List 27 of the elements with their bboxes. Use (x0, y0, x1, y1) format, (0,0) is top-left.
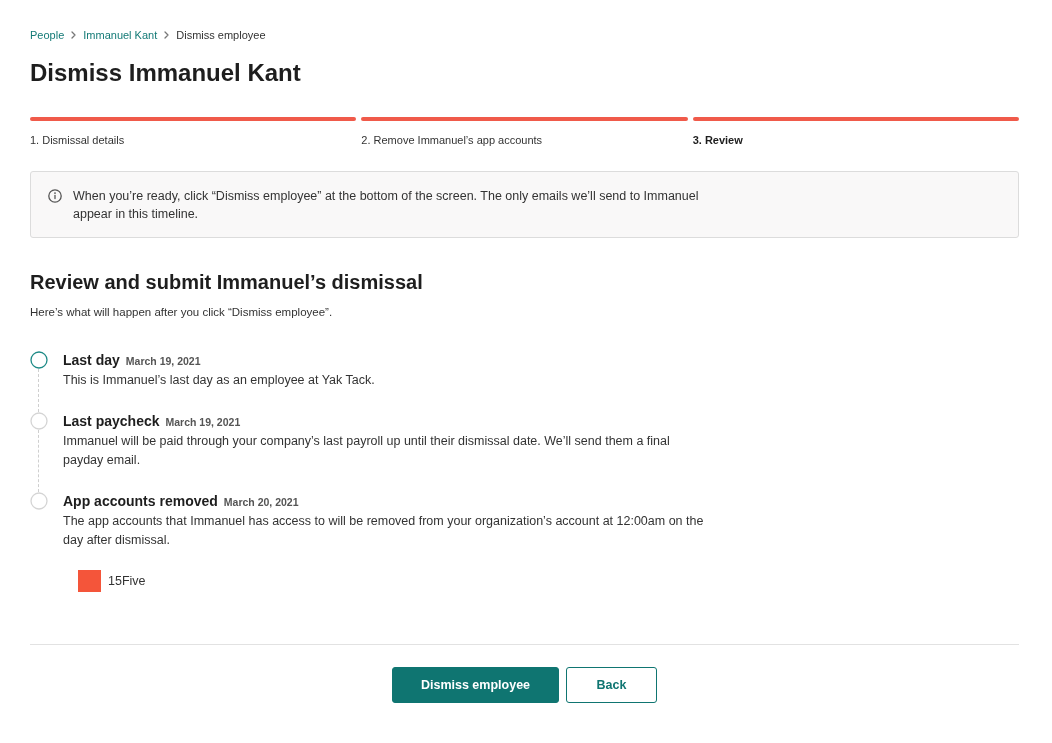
event-date: March 19, 2021 (165, 415, 241, 429)
chevron-right-icon (71, 31, 77, 39)
timeline-line (38, 369, 39, 412)
step-label: 1. Dismissal details (30, 133, 126, 148)
event-description: This is Immanuel’s last day as an employee at Yak Tack. (63, 372, 376, 389)
step-label: 2. Remove Immanuel’s app accounts (361, 133, 544, 148)
timeline-line (38, 430, 39, 492)
event-description: Immanuel will be paid through your company’s last payroll up until their dismissal date. We’ll send them a final payday email. (63, 433, 671, 469)
event-date: March 19, 2021 (125, 354, 201, 368)
step-label: 3. Review (692, 133, 744, 148)
notice-text: When you’re ready, click “Dismiss employee” at the bottom of the screen. The only emails we’ll send to Immanuel appear in this timeline. (73, 188, 700, 223)
breadcrumb-current: Dismiss employee (176, 28, 266, 43)
breadcrumb-link[interactable]: Immanuel Kant (83, 27, 158, 43)
intro-text: Here’s what will happen after you click “Dismiss employee”. (30, 305, 334, 320)
event-title: Last paycheck (63, 412, 160, 430)
dismiss-button[interactable]: Dismiss employee (392, 667, 559, 703)
back-button[interactable]: Back (566, 667, 657, 703)
info-icon (48, 189, 62, 203)
page-title: Dismiss Immanuel Kant (30, 58, 302, 88)
chevron-right-icon (164, 31, 170, 39)
breadcrumb-link[interactable]: People (30, 27, 65, 43)
app-name: 15Five (108, 573, 146, 590)
section-heading: Review and submit Immanuel’s dismissal (30, 270, 424, 295)
event-description: The app accounts that Immanuel has access to will be removed from your organization’s account at 12:00am on the day after dismissal. (63, 513, 705, 549)
event-title: Last day (63, 351, 120, 369)
event-date: March 20, 2021 (223, 495, 299, 509)
event-title: App accounts removed (63, 492, 218, 510)
